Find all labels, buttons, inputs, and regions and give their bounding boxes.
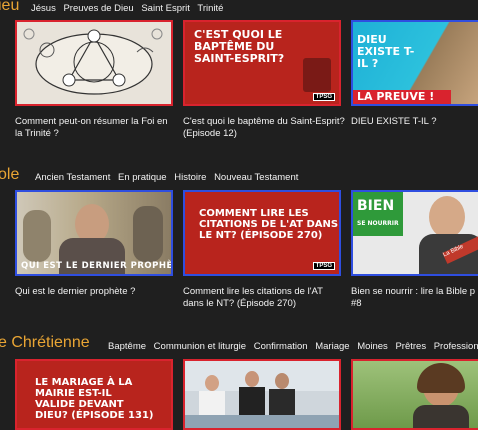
tag-link[interactable]: Confirmation bbox=[254, 341, 308, 352]
tag-link[interactable]: Trinité bbox=[197, 3, 223, 14]
video-thumbnail[interactable] bbox=[15, 20, 173, 106]
video-title[interactable]: Qui est le dernier prophète ? bbox=[15, 286, 177, 298]
person-head bbox=[205, 375, 219, 391]
person-head bbox=[275, 373, 289, 389]
tag-link[interactable]: Ancien Testament bbox=[35, 172, 110, 183]
thumbnail-text: C'EST QUOI LE BAPTÊME DU SAINT-ESPRIT? bbox=[194, 28, 285, 65]
tag-list: Jésus Preuves de Dieu Saint Esprit Trini… bbox=[31, 3, 228, 14]
video-thumbnail[interactable] bbox=[183, 359, 341, 430]
tpsg-badge: TPSG bbox=[312, 262, 335, 270]
video-title[interactable]: DIEU EXISTE T-IL ? bbox=[351, 116, 478, 128]
thumbnail-text: QUI EST LE DERNIER PROPHÈTE ? bbox=[21, 261, 173, 271]
tag-link[interactable]: Preuves de Dieu bbox=[63, 3, 133, 14]
video-thumbnail[interactable]: C'EST QUOI LE BAPTÊME DU SAINT-ESPRIT? T… bbox=[183, 20, 341, 106]
tag-link[interactable]: Saint Esprit bbox=[141, 3, 190, 14]
video-thumbnail[interactable]: BIEN SE NOURRIR La Bible bbox=[351, 190, 478, 276]
video-thumbnail[interactable] bbox=[351, 359, 478, 430]
statue-left bbox=[23, 210, 51, 262]
tag-link[interactable]: Moines bbox=[357, 341, 388, 352]
tag-link[interactable]: Mariage bbox=[315, 341, 349, 352]
tag-link[interactable]: Jésus bbox=[31, 3, 56, 14]
thumbnail-text: COMMENT LIRE LES CITATIONS DE L'AT DANS … bbox=[199, 208, 339, 241]
thumbnail-subtext: SE NOURRIR bbox=[357, 220, 399, 227]
tpsg-badge: TPSG bbox=[312, 93, 335, 101]
tag-link[interactable]: Histoire bbox=[174, 172, 206, 183]
thumbnail-text: LE MARIAGE À LA MAIRIE EST-IL VALIDE DEV… bbox=[35, 377, 154, 421]
video-thumbnail[interactable]: DIEU EXISTE T-IL ? LA PREUVE ! bbox=[351, 20, 478, 106]
person-hair bbox=[417, 363, 465, 393]
tag-link[interactable]: Communion et liturgie bbox=[154, 341, 246, 352]
section-title: ieu bbox=[0, 0, 20, 14]
section-title: ole bbox=[0, 166, 20, 183]
video-thumbnail[interactable]: LE MARIAGE À LA MAIRIE EST-IL VALIDE DEV… bbox=[15, 359, 173, 430]
thumbnail-text: BIEN bbox=[357, 198, 395, 214]
thumbnail-text: DIEU EXISTE T-IL ? bbox=[357, 33, 415, 70]
thumbnail-subtext: LA PREUVE ! bbox=[353, 90, 451, 104]
tag-link[interactable]: Baptême bbox=[108, 341, 146, 352]
book-image bbox=[303, 58, 331, 92]
trinity-sketch-illustration bbox=[23, 28, 163, 95]
tag-link[interactable]: En pratique bbox=[118, 172, 167, 183]
tag-list: Ancien Testament En pratique Histoire No… bbox=[35, 172, 303, 183]
person-head bbox=[429, 196, 465, 238]
video-thumbnail[interactable]: COMMENT LIRE LES CITATIONS DE L'AT DANS … bbox=[183, 190, 341, 276]
person-head bbox=[245, 371, 259, 387]
video-title[interactable]: Bien se nourrir : lire la Bible p #8 bbox=[351, 286, 478, 310]
video-thumbnail[interactable]: QUI EST LE DERNIER PROPHÈTE ? bbox=[15, 190, 173, 276]
table bbox=[185, 415, 339, 428]
video-title[interactable]: Comment peut-on résumer la Foi en la Tri… bbox=[15, 116, 177, 140]
tag-list: Baptême Communion et liturgie Confirmati… bbox=[108, 341, 478, 352]
person-body bbox=[413, 405, 469, 428]
video-title[interactable]: C'est quoi le baptême du Saint-Esprit? (… bbox=[183, 116, 345, 140]
section-title: e Chrétienne bbox=[0, 334, 90, 351]
tag-link[interactable]: Profession c bbox=[434, 341, 478, 352]
tag-link[interactable]: Nouveau Testament bbox=[214, 172, 298, 183]
tag-link[interactable]: Prêtres bbox=[395, 341, 426, 352]
video-title[interactable]: Comment lire les citations de l'AT dans … bbox=[183, 286, 345, 310]
statue-right bbox=[133, 206, 163, 262]
